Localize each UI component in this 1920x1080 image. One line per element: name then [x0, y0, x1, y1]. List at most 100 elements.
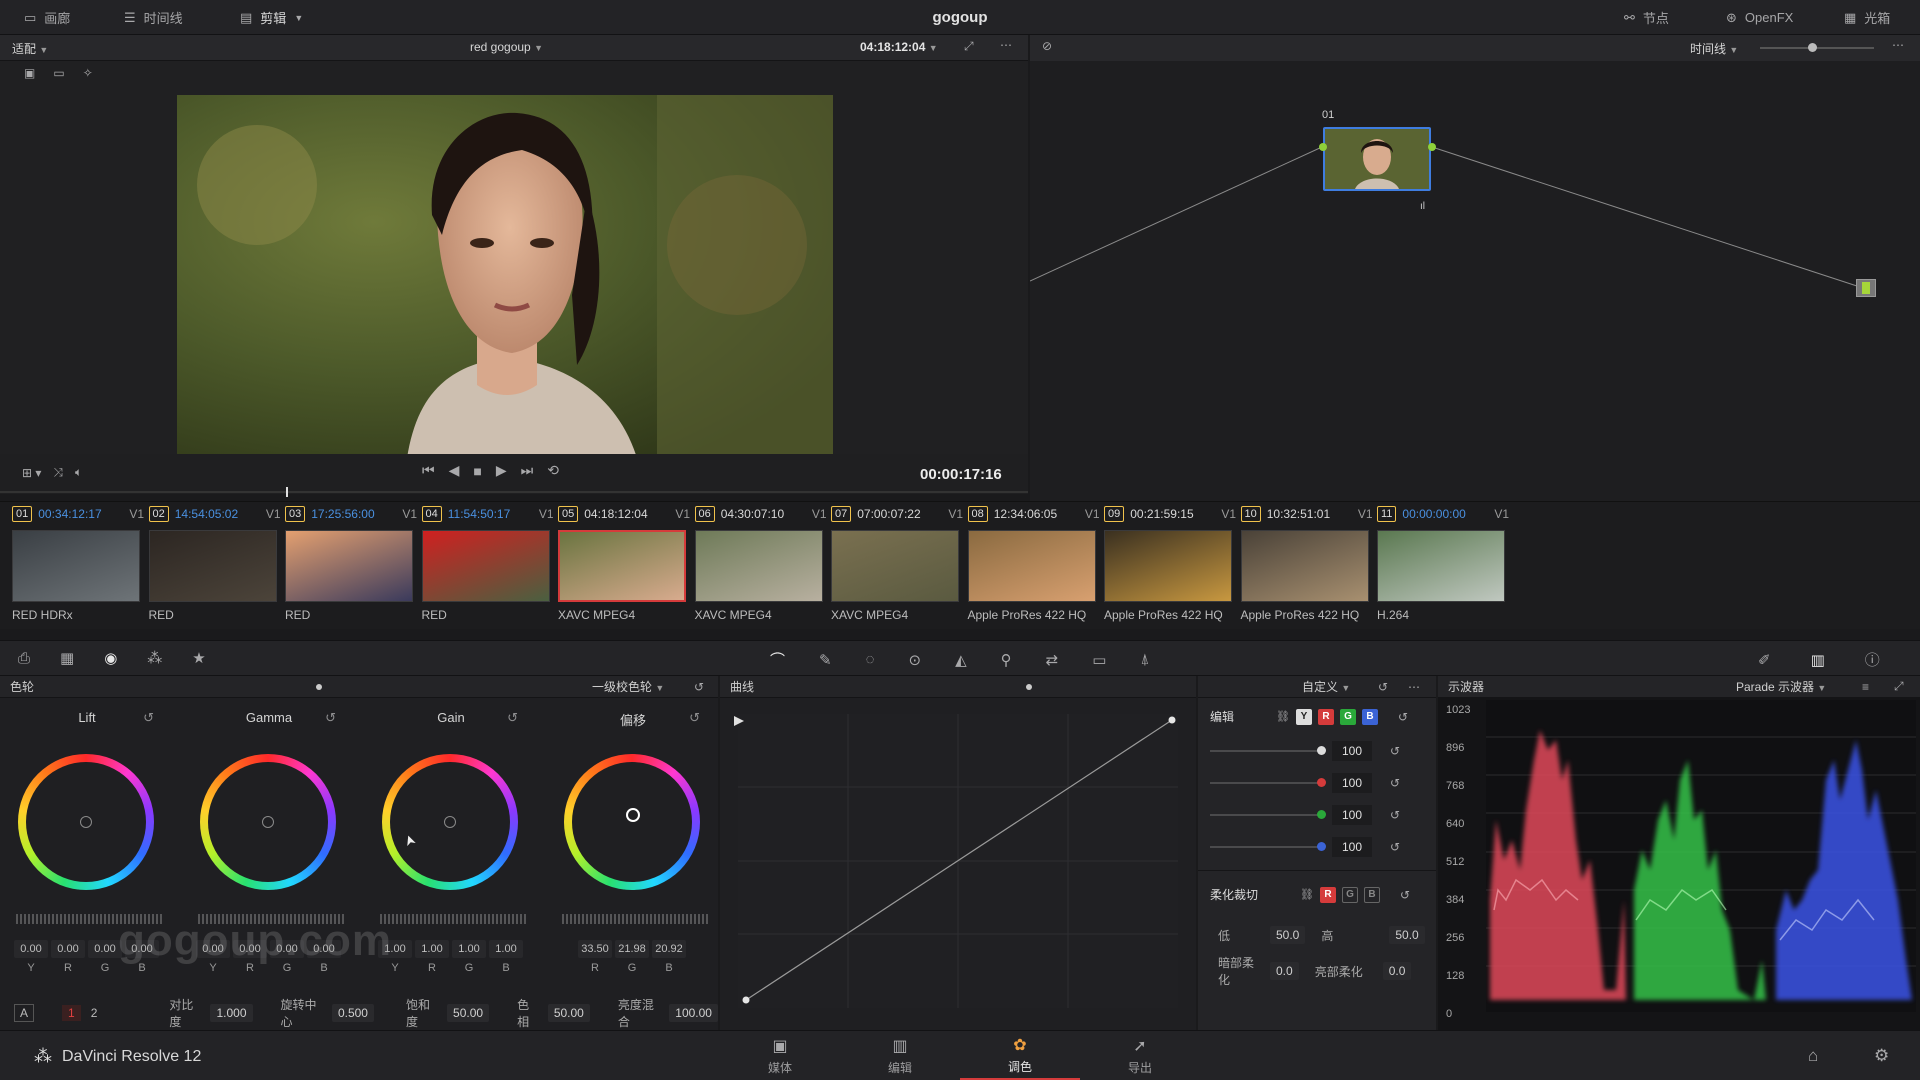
luminance-mix-field[interactable]: 100.00 [669, 1004, 718, 1022]
reset-icon[interactable]: ↺ [325, 710, 336, 726]
clip-thumbnail[interactable] [1104, 530, 1232, 602]
lightbox-tab[interactable]: ▦ 光箱 [1844, 0, 1890, 35]
gamma-value-field[interactable]: 0.00 [270, 940, 304, 958]
edit-b-value[interactable]: 100 [1332, 837, 1372, 857]
clip-thumbnail[interactable] [12, 530, 140, 602]
clips-tab[interactable]: ▤ 剪辑 ▼ [240, 0, 303, 35]
wipe-icon[interactable]: ▭ [53, 66, 64, 80]
clip-thumbnail[interactable] [1377, 530, 1505, 602]
high-field[interactable]: 50.0 [1389, 926, 1425, 944]
nodes-tab[interactable]: ⚯ 节点 [1624, 0, 1669, 35]
more-icon[interactable]: ⋯ [1000, 38, 1012, 52]
color-picker-icon[interactable]: ✐ [1758, 651, 1771, 669]
channel-g-button[interactable]: G [1339, 708, 1356, 725]
gamma-wheel-handle[interactable] [262, 816, 274, 828]
reset-icon[interactable]: ↺ [1400, 888, 1410, 902]
clip-thumbnail[interactable] [1240, 530, 1369, 602]
clip-item[interactable]: 05 04:18:12:04 V1 XAVC MPEG4 [552, 502, 690, 628]
output-node[interactable] [1856, 279, 1876, 297]
more-icon[interactable]: ⋯ [1892, 38, 1904, 52]
gain-master-slider[interactable] [380, 914, 526, 924]
node-output-dot[interactable] [1428, 143, 1436, 151]
offset-value-field[interactable]: 20.92 [652, 940, 686, 958]
openfx-tab[interactable]: ⊛ OpenFX [1726, 0, 1793, 35]
more-icon[interactable]: ⋯ [1408, 680, 1420, 694]
reset-icon[interactable]: ↺ [1390, 840, 1400, 854]
edit-g-slider[interactable] [1210, 810, 1326, 819]
gamma-value-field[interactable]: 0.00 [196, 940, 230, 958]
motion-effects-icon[interactable]: ★ [192, 649, 205, 667]
window-icon[interactable]: ◌ [866, 651, 875, 668]
fit-dropdown[interactable]: 适配 ▼ [12, 40, 48, 57]
bright-soft-field[interactable]: 0.0 [1382, 962, 1412, 980]
reset-icon[interactable]: ↺ [143, 710, 154, 726]
edit-b-slider[interactable] [1210, 842, 1326, 851]
volume-icon[interactable]: 🔈︎ [75, 465, 82, 480]
gamma-value-field[interactable]: 0.00 [307, 940, 341, 958]
qualifier-icon[interactable]: ✎ [819, 651, 832, 669]
reset-icon[interactable]: ↺ [1390, 776, 1400, 790]
curves-icon[interactable]: ⌒ [770, 649, 785, 670]
hue-field[interactable]: 50.00 [547, 1004, 590, 1022]
clip-item[interactable]: 09 00:21:59:15 V1 Apple ProRes 422 HQ [1098, 502, 1236, 628]
gamma-value-field[interactable]: 0.00 [233, 940, 267, 958]
lift-wheel-handle[interactable] [80, 816, 92, 828]
info-icon[interactable]: ⓘ [1865, 649, 1880, 670]
lift-value-field[interactable]: 0.00 [14, 940, 48, 958]
edit-r-slider[interactable] [1210, 778, 1326, 787]
clip-thumbnail[interactable] [967, 530, 1096, 602]
clip-item[interactable]: 04 11:54:50:17 V1 RED [416, 502, 554, 628]
gallery-tab[interactable]: ▭ 画廊 [24, 0, 70, 35]
scope-mode-dropdown[interactable]: Parade 示波器 ▼ [1736, 678, 1826, 695]
lift-value-field[interactable]: 0.00 [125, 940, 159, 958]
curve-preset-dropdown[interactable]: 自定义 ▼ [1302, 678, 1350, 695]
key-icon[interactable]: ⚲ [1001, 651, 1012, 669]
gamma-master-slider[interactable] [198, 914, 344, 924]
scope-settings-icon[interactable]: ≡ [1862, 680, 1869, 694]
page-2-button[interactable]: 2 [91, 1006, 98, 1020]
bypass-icon[interactable]: ⊘ [1042, 39, 1052, 53]
fullscreen-icon[interactable]: ⤢ [964, 39, 974, 54]
gain-value-field[interactable]: 1.00 [452, 940, 486, 958]
viewer-timecode-dropdown[interactable]: 04:18:12:04 ▼ [860, 40, 938, 54]
soft-r-button[interactable]: R [1319, 886, 1336, 903]
edit-g-value[interactable]: 100 [1332, 805, 1372, 825]
reset-icon[interactable]: ↺ [1390, 808, 1400, 822]
link-icon[interactable]: ⛓︎ [1300, 888, 1314, 901]
clip-item[interactable]: 03 17:25:56:00 V1 RED [279, 502, 417, 628]
offset-master-slider[interactable] [562, 914, 708, 924]
edit-y-value[interactable]: 100 [1332, 741, 1372, 761]
play-icon[interactable]: ▶ [496, 462, 507, 479]
clip-item[interactable]: 11 00:00:00:00 V1 H.264 [1371, 502, 1509, 628]
reset-icon[interactable]: ↺ [694, 680, 704, 694]
page-media-button[interactable]: ▣ 媒体 [720, 1031, 840, 1080]
gain-value-field[interactable]: 1.00 [489, 940, 523, 958]
node-input-dot[interactable] [1319, 143, 1327, 151]
gain-value-field[interactable]: 1.00 [378, 940, 412, 958]
edit-r-value[interactable]: 100 [1332, 773, 1372, 793]
lift-value-field[interactable]: 0.00 [51, 940, 85, 958]
page-deliver-button[interactable]: ➚ 导出 [1080, 1031, 1200, 1080]
home-icon[interactable]: ⌂ [1808, 1046, 1818, 1066]
clip-thumbnail[interactable] [148, 530, 277, 602]
clip-item[interactable]: 06 04:30:07:10 V1 XAVC MPEG4 [689, 502, 827, 628]
cursor-icon[interactable]: ⍋ [1140, 651, 1149, 668]
clip-thumbnail[interactable] [558, 530, 686, 602]
node-01[interactable] [1323, 127, 1431, 191]
gain-wheel-handle[interactable] [444, 816, 456, 828]
timeline-tab[interactable]: ☰ 时间线 [124, 0, 183, 35]
color-wheels-icon[interactable]: ◉ [104, 649, 117, 667]
page-edit-button[interactable]: ▥ 编辑 [840, 1031, 960, 1080]
edit-y-slider[interactable] [1210, 746, 1326, 755]
split-view-icon[interactable]: ▣ [24, 66, 35, 80]
scrub-bar[interactable] [0, 487, 1028, 497]
channel-b-button[interactable]: B [1361, 708, 1378, 725]
sizing-icon[interactable]: ⇄ [1046, 651, 1059, 669]
go-to-end-icon[interactable]: ⏭︎ [521, 462, 534, 479]
clip-item[interactable]: 07 07:00:07:22 V1 XAVC MPEG4 [825, 502, 963, 628]
reset-icon[interactable]: ↺ [1390, 744, 1400, 758]
loop-icon[interactable]: ⟲ [547, 462, 559, 479]
reset-icon[interactable]: ↺ [1378, 680, 1388, 694]
low-field[interactable]: 50.0 [1270, 926, 1306, 944]
camera-raw-icon[interactable]: ⎙ [18, 650, 30, 667]
